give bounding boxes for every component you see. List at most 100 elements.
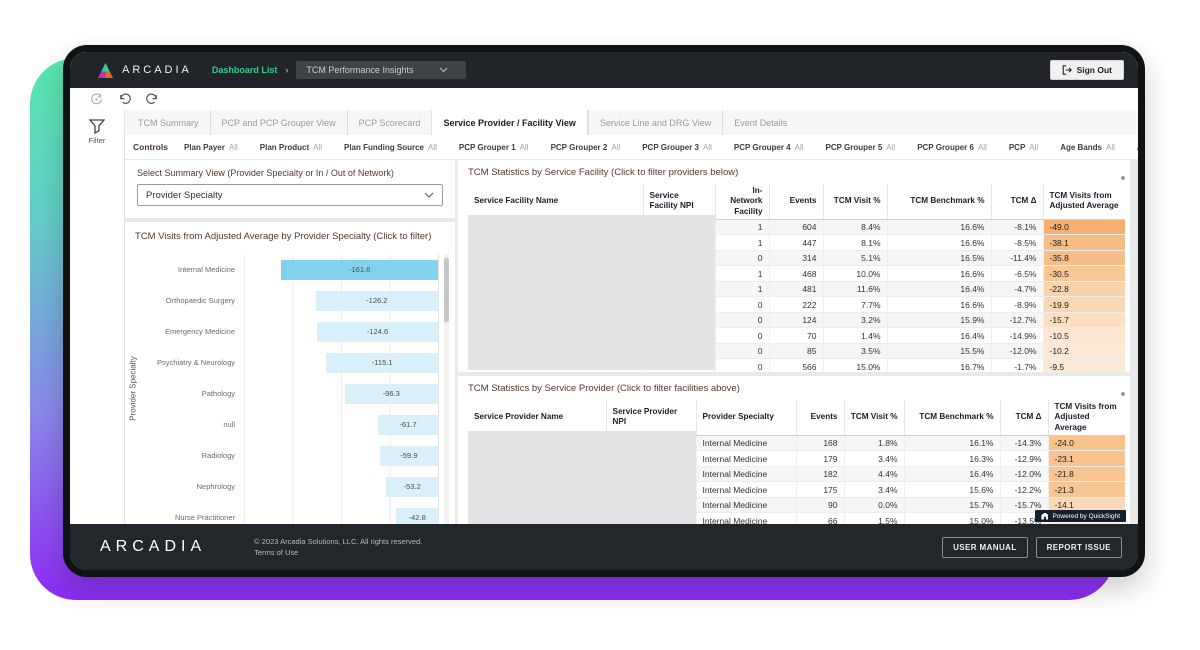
category-label: Internal Medicine [149,265,244,274]
filter-rail: Filter [70,110,125,524]
bar-row-psychiatry-neurology: Psychiatry & Neurology-115.1 [149,347,439,378]
quicksight-badge: Powered by QuickSight [1035,510,1126,522]
cell-tcm-visit: 10.0% [823,266,887,282]
col-header-service-provider-npi: Service Provider NPI [606,400,696,435]
user-manual-button[interactable]: USER MANUAL [942,537,1028,558]
tab-pcp-and-pcp-grouper-view[interactable]: PCP and PCP Grouper View [210,110,347,135]
cell-events: 175 [796,482,844,498]
bar-orthopaedic-surgery[interactable]: -126.2 [316,291,438,311]
control-name: PCP Grouper 3 [642,143,699,152]
redo-icon[interactable] [146,93,159,106]
control-pcp-grouper-6[interactable]: PCP Grouper 6 All [917,143,987,152]
bar-value-label: -61.7 [400,420,417,429]
controls-label: Controls [133,142,168,152]
provider-table-title: TCM Statistics by Service Provider (Clic… [468,383,1120,394]
control-pcp-grouper-2[interactable]: PCP Grouper 2All [551,143,621,152]
cell-events: 66 [796,513,844,524]
reset-icon[interactable] [90,93,103,106]
cell-events: 468 [769,266,823,282]
cell-provider-specialty: Internal Medicine [696,513,796,524]
cell-in-network-facility: 1 [715,219,769,235]
control-pcp-grouper-4[interactable]: PCP Grouper 4All [734,143,804,152]
bar-value-label: -161.6 [349,265,370,274]
cell-tcm-benchmark: 16.6% [887,235,991,251]
bar-value-label: -59.9 [400,451,417,460]
bar-pathology[interactable]: -96.3 [345,384,438,404]
control-plan-product[interactable]: Plan ProductAll [260,143,322,152]
col-header-in-network-facility: In-Network Facility [715,184,769,219]
cell-in-network-facility: 0 [715,250,769,266]
tab-bar: TCM SummaryPCP and PCP Grouper ViewPCP S… [125,110,1138,135]
panel-menu-dot[interactable] [1121,392,1125,396]
undo-icon[interactable] [118,93,131,106]
cell-tcm: -8.5% [991,235,1043,251]
cell-tcm-visit: 3.4% [844,482,904,498]
bar-emergency-medicine[interactable]: -124.6 [317,322,438,342]
filter-icon[interactable] [89,119,105,134]
cell-tcm-visits-from-adjusted-average: -35.8 [1043,250,1125,266]
terms-of-use-link[interactable]: Terms of Use [254,547,422,558]
chart-title: TCM Visits from Adjusted Average by Prov… [135,231,449,242]
bar-radiology[interactable]: -59.9 [380,446,438,466]
cell-tcm-benchmark: 15.0% [904,513,1000,524]
control-plan-funding-source[interactable]: Plan Funding SourceAll [344,143,437,152]
cell-tcm: -12.0% [991,343,1043,359]
cell-tcm-visit: 11.6% [823,281,887,297]
breadcrumb-dashboard-list[interactable]: Dashboard List [212,65,278,75]
plot-area: -124.6 [244,316,439,347]
summary-view-label: Select Summary View (Provider Specialty … [137,168,443,178]
control-pcp-grouper-5[interactable]: PCP Grouper 5All [826,143,896,152]
specialty-bar-chart-panel: TCM Visits from Adjusted Average by Prov… [125,222,455,524]
report-issue-button[interactable]: REPORT ISSUE [1036,537,1122,558]
bar-nephrology[interactable]: -53.2 [386,477,438,497]
control-pcp[interactable]: PCPAll [1009,143,1038,152]
control-value: All [520,143,529,152]
cell-tcm: -14.3% [1000,435,1048,451]
control-ambulatory-care-sensitive-c[interactable]: Ambulatory Care Sensitive C...All [1137,143,1138,152]
bar-null[interactable]: -61.7 [378,415,438,435]
cell-tcm: -12.2% [1000,482,1048,498]
cell-events: 124 [769,312,823,328]
cell-events: 566 [769,359,823,372]
col-header-events: Events [796,400,844,435]
bar-internal-medicine[interactable]: -161.6 [281,260,438,280]
bar-nurse-practitioner[interactable]: -42.8 [396,508,438,525]
plot-area: -161.6 [244,254,439,285]
col-header-tcm: TCM Δ [1000,400,1048,435]
chart-scrollbar[interactable] [444,254,449,524]
tab-pcp-scorecard[interactable]: PCP Scorecard [347,110,432,135]
cell-events: 182 [796,466,844,482]
sign-out-button[interactable]: Sign Out [1050,60,1124,80]
bar-psychiatry-neurology[interactable]: -115.1 [326,353,438,373]
cell-tcm: -6.5% [991,266,1043,282]
cell-tcm-benchmark: 16.7% [887,359,991,372]
tab-event-details[interactable]: Event Details [722,110,798,135]
bar-chart-rows: Internal Medicine-161.6Orthopaedic Surge… [149,254,449,524]
cell-tcm-benchmark: 15.9% [887,312,991,328]
control-pcp-grouper-3[interactable]: PCP Grouper 3All [642,143,712,152]
panel-menu-dot[interactable] [1121,176,1125,180]
cell-tcm-benchmark: 15.6% [904,482,1000,498]
dashboard-card: ARCADIA Dashboard List › TCM Performance… [63,45,1145,577]
dashboard-selector[interactable]: TCM Performance Insights [296,61,466,79]
cell-tcm-visits-from-adjusted-average: -38.1 [1043,235,1125,251]
cell-events: 447 [769,235,823,251]
plot-area: -53.2 [244,471,439,502]
tab-tcm-summary[interactable]: TCM Summary [127,110,210,135]
quicksight-icon [1041,513,1048,520]
col-header-provider-specialty: Provider Specialty [696,400,796,435]
control-name: Age Bands [1060,143,1102,152]
control-plan-payer[interactable]: Plan PayerAll [184,143,238,152]
cell-tcm-visit: 5.1% [823,250,887,266]
control-pcp-grouper-1[interactable]: PCP Grouper 1All [459,143,529,152]
control-value: All [978,143,987,152]
panels-area: Select Summary View (Provider Specialty … [125,160,1138,524]
control-age-bands[interactable]: Age BandsAll [1060,143,1115,152]
dashboard-selector-value: TCM Performance Insights [306,65,413,75]
tab-service-line-and-drg-view[interactable]: Service Line and DRG View [588,110,722,135]
cell-tcm-visit: 3.5% [823,343,887,359]
cell-tcm: -14.9% [991,328,1043,344]
summary-view-select[interactable]: Provider Specialty [137,184,443,206]
tab-service-provider-facility-view[interactable]: Service Provider / Facility View [431,110,587,135]
control-name: PCP Grouper 6 [917,143,974,152]
